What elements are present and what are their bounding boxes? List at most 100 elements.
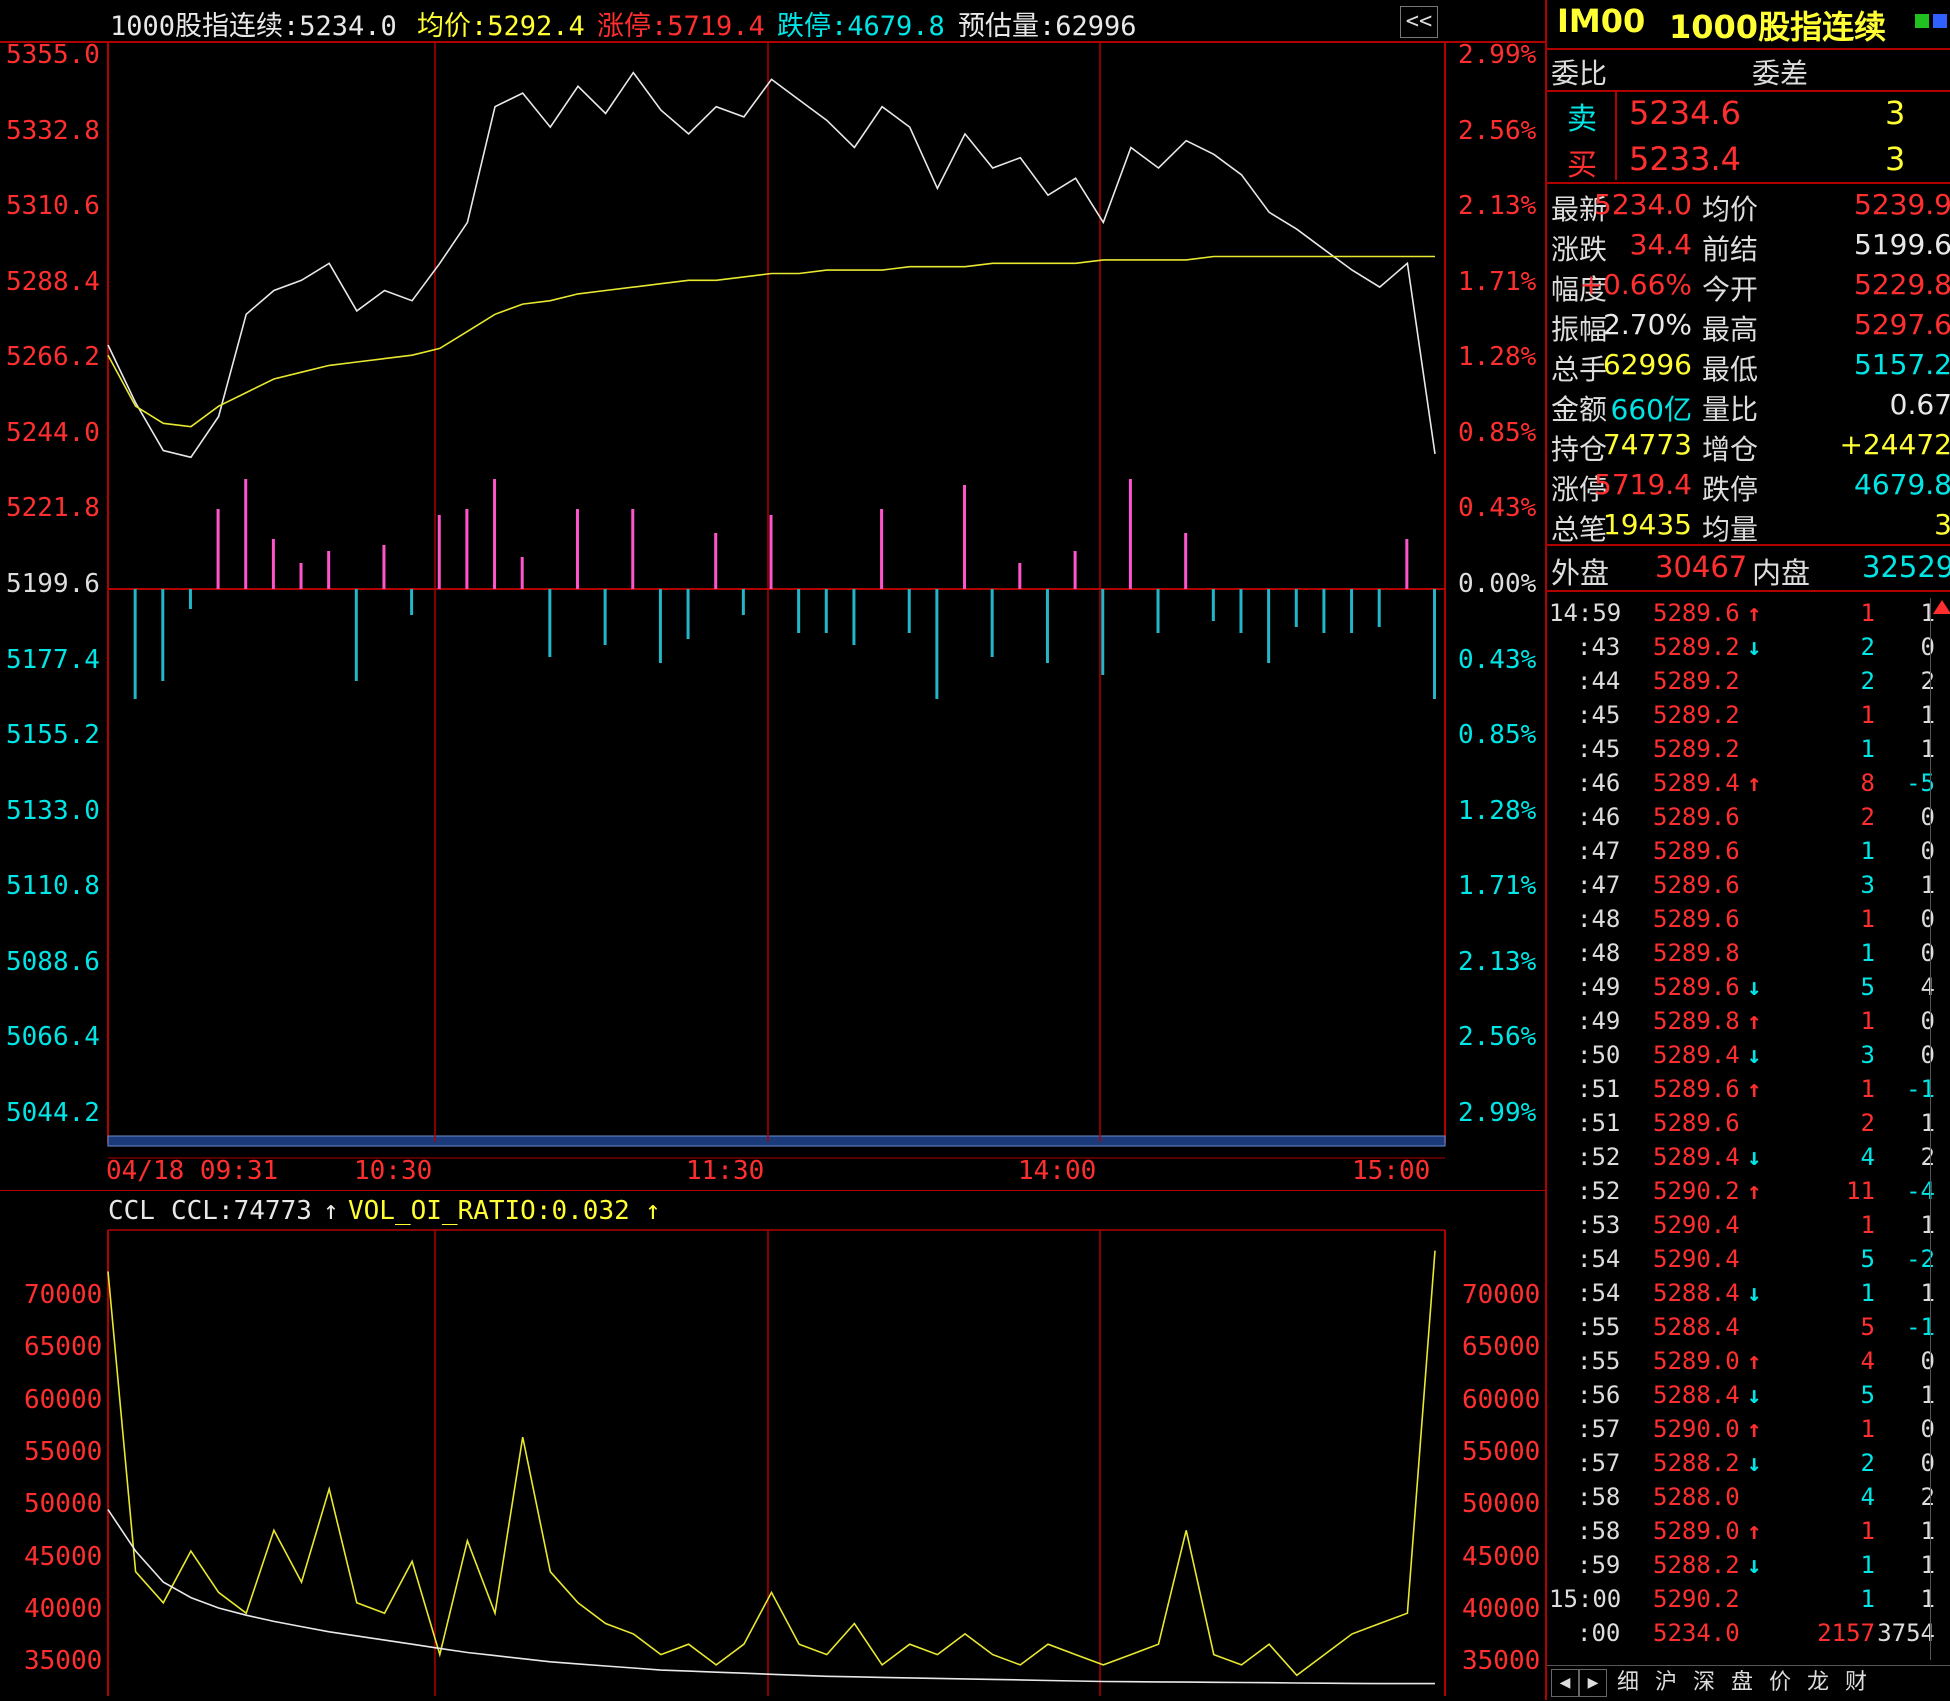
price-chart-area[interactable]: 1000股指连续:5234.0 均价:5292.4 涨停:5719.4 跌停:4… [0, 0, 1545, 1190]
indicator-area[interactable]: CCL CCL:74773 ↑ VOL_OI_RATIO:0.032 ↑ 700… [0, 1190, 1545, 1700]
stat-label: 均价 [1702, 193, 1759, 226]
tick-volume: 2 [1860, 1109, 1875, 1137]
tab-1[interactable]: 沪 [1649, 1666, 1683, 1700]
stat-value: 5234.0 [1594, 188, 1692, 221]
tick-row[interactable]: :51 5289.6 2 1 [1547, 1105, 1937, 1139]
tick-time: :46 [1577, 769, 1621, 797]
volume-bar [1294, 589, 1298, 627]
volume-bar [520, 557, 524, 589]
tick-scrollbar[interactable] [1930, 598, 1950, 1660]
stat-row: 金额 660亿 量比 0.67 [1547, 386, 1950, 426]
tab-2[interactable]: 深 [1687, 1666, 1721, 1700]
tick-row[interactable]: :45 5289.2 1 1 [1547, 731, 1937, 765]
sell-price: 5234.6 [1629, 94, 1741, 132]
tick-row[interactable]: 15:00 5290.2 1 1 [1547, 1581, 1937, 1615]
tick-row[interactable]: :56 5288.4 ↓ 5 1 [1547, 1377, 1937, 1411]
tick-row[interactable]: :48 5289.6 1 0 [1547, 901, 1937, 935]
volume-bar [299, 563, 303, 589]
tick-price: 5289.6 [1653, 905, 1740, 933]
tick-price: 5289.2 [1653, 701, 1740, 729]
volume-bar [658, 589, 662, 663]
volume-bar [741, 589, 745, 615]
volume-bar [244, 479, 248, 589]
tick-time: :50 [1577, 1041, 1621, 1069]
tick-time: :00 [1577, 1619, 1621, 1647]
tick-row[interactable]: :49 5289.8 ↑ 1 0 [1547, 1003, 1937, 1037]
tag-icon[interactable] [1933, 14, 1947, 28]
tick-row[interactable]: 14:59 5289.6 ↑ 1 1 [1547, 595, 1937, 629]
tab-3[interactable]: 盘 [1725, 1666, 1759, 1700]
tick-row[interactable]: :55 5288.4 5 -1 [1547, 1309, 1937, 1343]
down-arrow-icon: ↓ [1747, 1551, 1762, 1579]
buy-row[interactable]: 买 5233.4 3 [1547, 136, 1950, 183]
tick-row[interactable]: :57 5290.0 ↑ 1 0 [1547, 1411, 1937, 1445]
quote-panel: IM00 1000股指连续 委比 委差 卖 5234.6 3 买 5233.4 … [1545, 0, 1950, 1700]
up-arrow-icon: ↑ [1747, 1517, 1762, 1545]
tick-row[interactable]: :52 5289.4 ↓ 4 2 [1547, 1139, 1937, 1173]
stat-label: 最高 [1702, 313, 1759, 346]
tab-5[interactable]: 龙 [1801, 1666, 1835, 1700]
tick-row[interactable]: :58 5288.0 4 2 [1547, 1479, 1937, 1513]
indicator-series-line [107, 1509, 1435, 1685]
tick-row[interactable]: :50 5289.4 ↓ 3 0 [1547, 1037, 1937, 1071]
tick-row[interactable]: :49 5289.6 ↓ 5 4 [1547, 969, 1937, 1003]
volume-bar [686, 589, 690, 639]
prev-button[interactable]: ◀ [1551, 1669, 1579, 1697]
tick-time: :57 [1577, 1415, 1621, 1443]
tick-row[interactable]: :46 5289.4 ↑ 8 -5 [1547, 765, 1937, 799]
down-arrow-icon: ↓ [1747, 1449, 1762, 1477]
tick-row[interactable]: :43 5289.2 ↓ 2 0 [1547, 629, 1937, 663]
stat-row: 总笔 19435 均量 3 [1547, 506, 1950, 546]
volume-bar [1184, 533, 1188, 589]
tick-row[interactable]: :47 5289.6 3 1 [1547, 867, 1937, 901]
bottom-tab-bar: ◀ ▶ 细沪深盘价龙财 [1547, 1665, 1950, 1701]
scroll-up-icon[interactable] [1933, 600, 1950, 614]
tick-list[interactable]: 14:59 5289.6 ↑ 1 1:43 5289.2 ↓ 2 0:44 5289.2 2 2:45… [1547, 595, 1935, 1665]
tick-row[interactable]: :44 5289.2 2 2 [1547, 663, 1937, 697]
tick-row[interactable]: :58 5289.0 ↑ 1 1 [1547, 1513, 1937, 1547]
tick-row[interactable]: :55 5289.0 ↑ 4 0 [1547, 1343, 1937, 1377]
tick-row[interactable]: :57 5288.2 ↓ 2 0 [1547, 1445, 1937, 1479]
tick-row[interactable]: :59 5288.2 ↓ 1 1 [1547, 1547, 1937, 1581]
tick-time: :54 [1577, 1245, 1621, 1273]
stat-label: 持仓 [1551, 433, 1608, 466]
tick-row[interactable]: :47 5289.6 1 0 [1547, 833, 1937, 867]
tick-time: :51 [1577, 1075, 1621, 1103]
tick-volume: 2 [1860, 1449, 1875, 1477]
next-button[interactable]: ▶ [1579, 1669, 1607, 1697]
volume-bar [990, 589, 994, 657]
tick-row[interactable]: :54 5290.4 5 -2 [1547, 1241, 1937, 1275]
stat-label: 金额 [1551, 393, 1608, 426]
tick-price: 5290.4 [1653, 1245, 1740, 1273]
tick-row[interactable]: :48 5289.8 1 0 [1547, 935, 1937, 969]
tick-row[interactable]: :54 5288.4 ↓ 1 1 [1547, 1275, 1937, 1309]
volume-bar [382, 545, 386, 589]
tick-row[interactable]: :46 5289.6 2 0 [1547, 799, 1937, 833]
tab-0[interactable]: 细 [1611, 1666, 1645, 1700]
tick-time: :52 [1577, 1143, 1621, 1171]
tick-row[interactable]: :51 5289.6 ↑ 1 -1 [1547, 1071, 1937, 1105]
volume-bar [216, 509, 220, 589]
volume-bar [769, 515, 773, 589]
tick-price: 5289.0 [1653, 1517, 1740, 1545]
tick-row[interactable]: :45 5289.2 1 1 [1547, 697, 1937, 731]
tick-volume: 1 [1860, 939, 1875, 967]
tick-time: :44 [1577, 667, 1621, 695]
tab-4[interactable]: 价 [1763, 1666, 1797, 1700]
tick-price: 5289.4 [1653, 1143, 1740, 1171]
price-chart-svg [0, 41, 1545, 1159]
volume-bar [880, 509, 884, 589]
tick-price: 5290.4 [1653, 1211, 1740, 1239]
tick-time: :58 [1577, 1483, 1621, 1511]
tab-6[interactable]: 财 [1839, 1666, 1873, 1700]
sell-row[interactable]: 卖 5234.6 3 [1547, 92, 1950, 180]
tick-row[interactable]: :52 5290.2 ↑ 11 -4 [1547, 1173, 1937, 1207]
tick-row[interactable]: :53 5290.4 1 1 [1547, 1207, 1937, 1241]
tag-icon[interactable] [1915, 14, 1929, 28]
volume-bar [963, 485, 967, 589]
inner-label: 内盘 [1752, 556, 1811, 590]
stat-value: 660亿 [1610, 393, 1692, 426]
stat-value: 5229.8 [1854, 268, 1950, 301]
volume-bar [188, 589, 192, 609]
tick-row[interactable]: :00 5234.0 2157 3754 [1547, 1615, 1937, 1649]
